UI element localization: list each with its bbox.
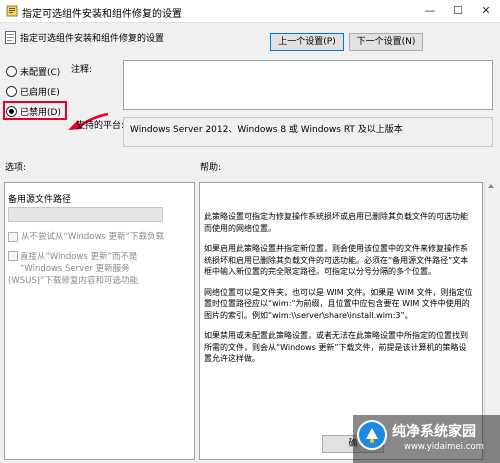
document-icon [5,31,16,44]
window-title: 指定可选组件安装和组件修复的设置 [22,9,182,20]
checkbox-label: 从不尝试从“Windows 更新”下载负载 [21,232,164,242]
supported-platforms-value: Windows Server 2012、Windows 8 或 Windows … [123,117,493,147]
direct-download-text: 直接从“Windows 更新”而不是 “Windows Server 更新服务 … [8,251,138,287]
radio-label: 已启用(E) [20,87,60,98]
comment-label: 注释: [71,65,93,75]
options-section-label: 选项: [5,163,27,173]
never-download-checkbox[interactable]: 从不尝试从“Windows 更新”下载负载 [8,230,164,242]
radio-enabled[interactable]: 已启用(E) [6,84,60,98]
help-paragraph: 如果启用此策略设置并指定新位置，则会使用该位置中的文件来修复操作系统损坏和启用已… [204,244,469,276]
minimize-button[interactable]: — [416,0,444,22]
checkbox-label-line: “Windows Server 更新服务 [20,264,130,274]
radio-indicator[interactable] [6,65,17,77]
watermark-logo-icon [357,420,387,450]
help-paragraph: 如果禁用或未配置此策略设置，或者无法在此策略设置中所指定的位置找到所需的文件，则… [204,331,468,363]
help-section-label: 帮助: [200,163,222,173]
options-panel [4,182,195,460]
radio-label: 未配置(C) [20,67,61,78]
alt-source-path-input[interactable] [8,207,163,222]
policy-icon [6,5,18,17]
close-button[interactable]: ✕ [472,0,500,22]
checkbox-box[interactable] [8,231,18,242]
watermark-brand: 纯净系统家园 [392,424,476,440]
checkbox-label-line: (WSUS)”下载修复内容和可选功能 [8,276,138,286]
supported-label: 支持的平台: [76,121,125,131]
help-paragraph: 此策略设置可指定为修复操作系统损坏或启用已删除其负载文件的可选功能而使用的网络位… [204,212,468,233]
help-paragraph: 网络位置可以是文件夹，也可以是 WIM 文件。如果是 WIM 文件，则指定位置时… [204,287,473,320]
next-setting-button[interactable]: 下一个设置(N) [349,33,423,51]
highlight-box [3,101,67,120]
radio-indicator[interactable] [6,85,17,97]
comment-field[interactable] [123,60,493,110]
scroll-up-icon[interactable] [488,184,494,188]
alt-source-path-label: 备用源文件路径 [8,195,72,205]
previous-setting-button[interactable]: 上一个设置(P) [270,33,344,51]
setting-title: 指定可选组件安装和组件修复的设置 [20,34,165,44]
watermark-url: www.yidaimei.com [404,442,484,452]
help-text: 此策略设置可指定为修复操作系统损坏或启用已删除其负载文件的可选功能而使用的网络位… [204,211,474,374]
checkbox-label-line: 直接从“Windows 更新”而不是 [20,252,138,262]
radio-not-configured[interactable]: 未配置(C) [6,64,60,78]
maximize-button[interactable]: ☐ [444,0,472,22]
checkbox-box[interactable] [8,251,18,261]
